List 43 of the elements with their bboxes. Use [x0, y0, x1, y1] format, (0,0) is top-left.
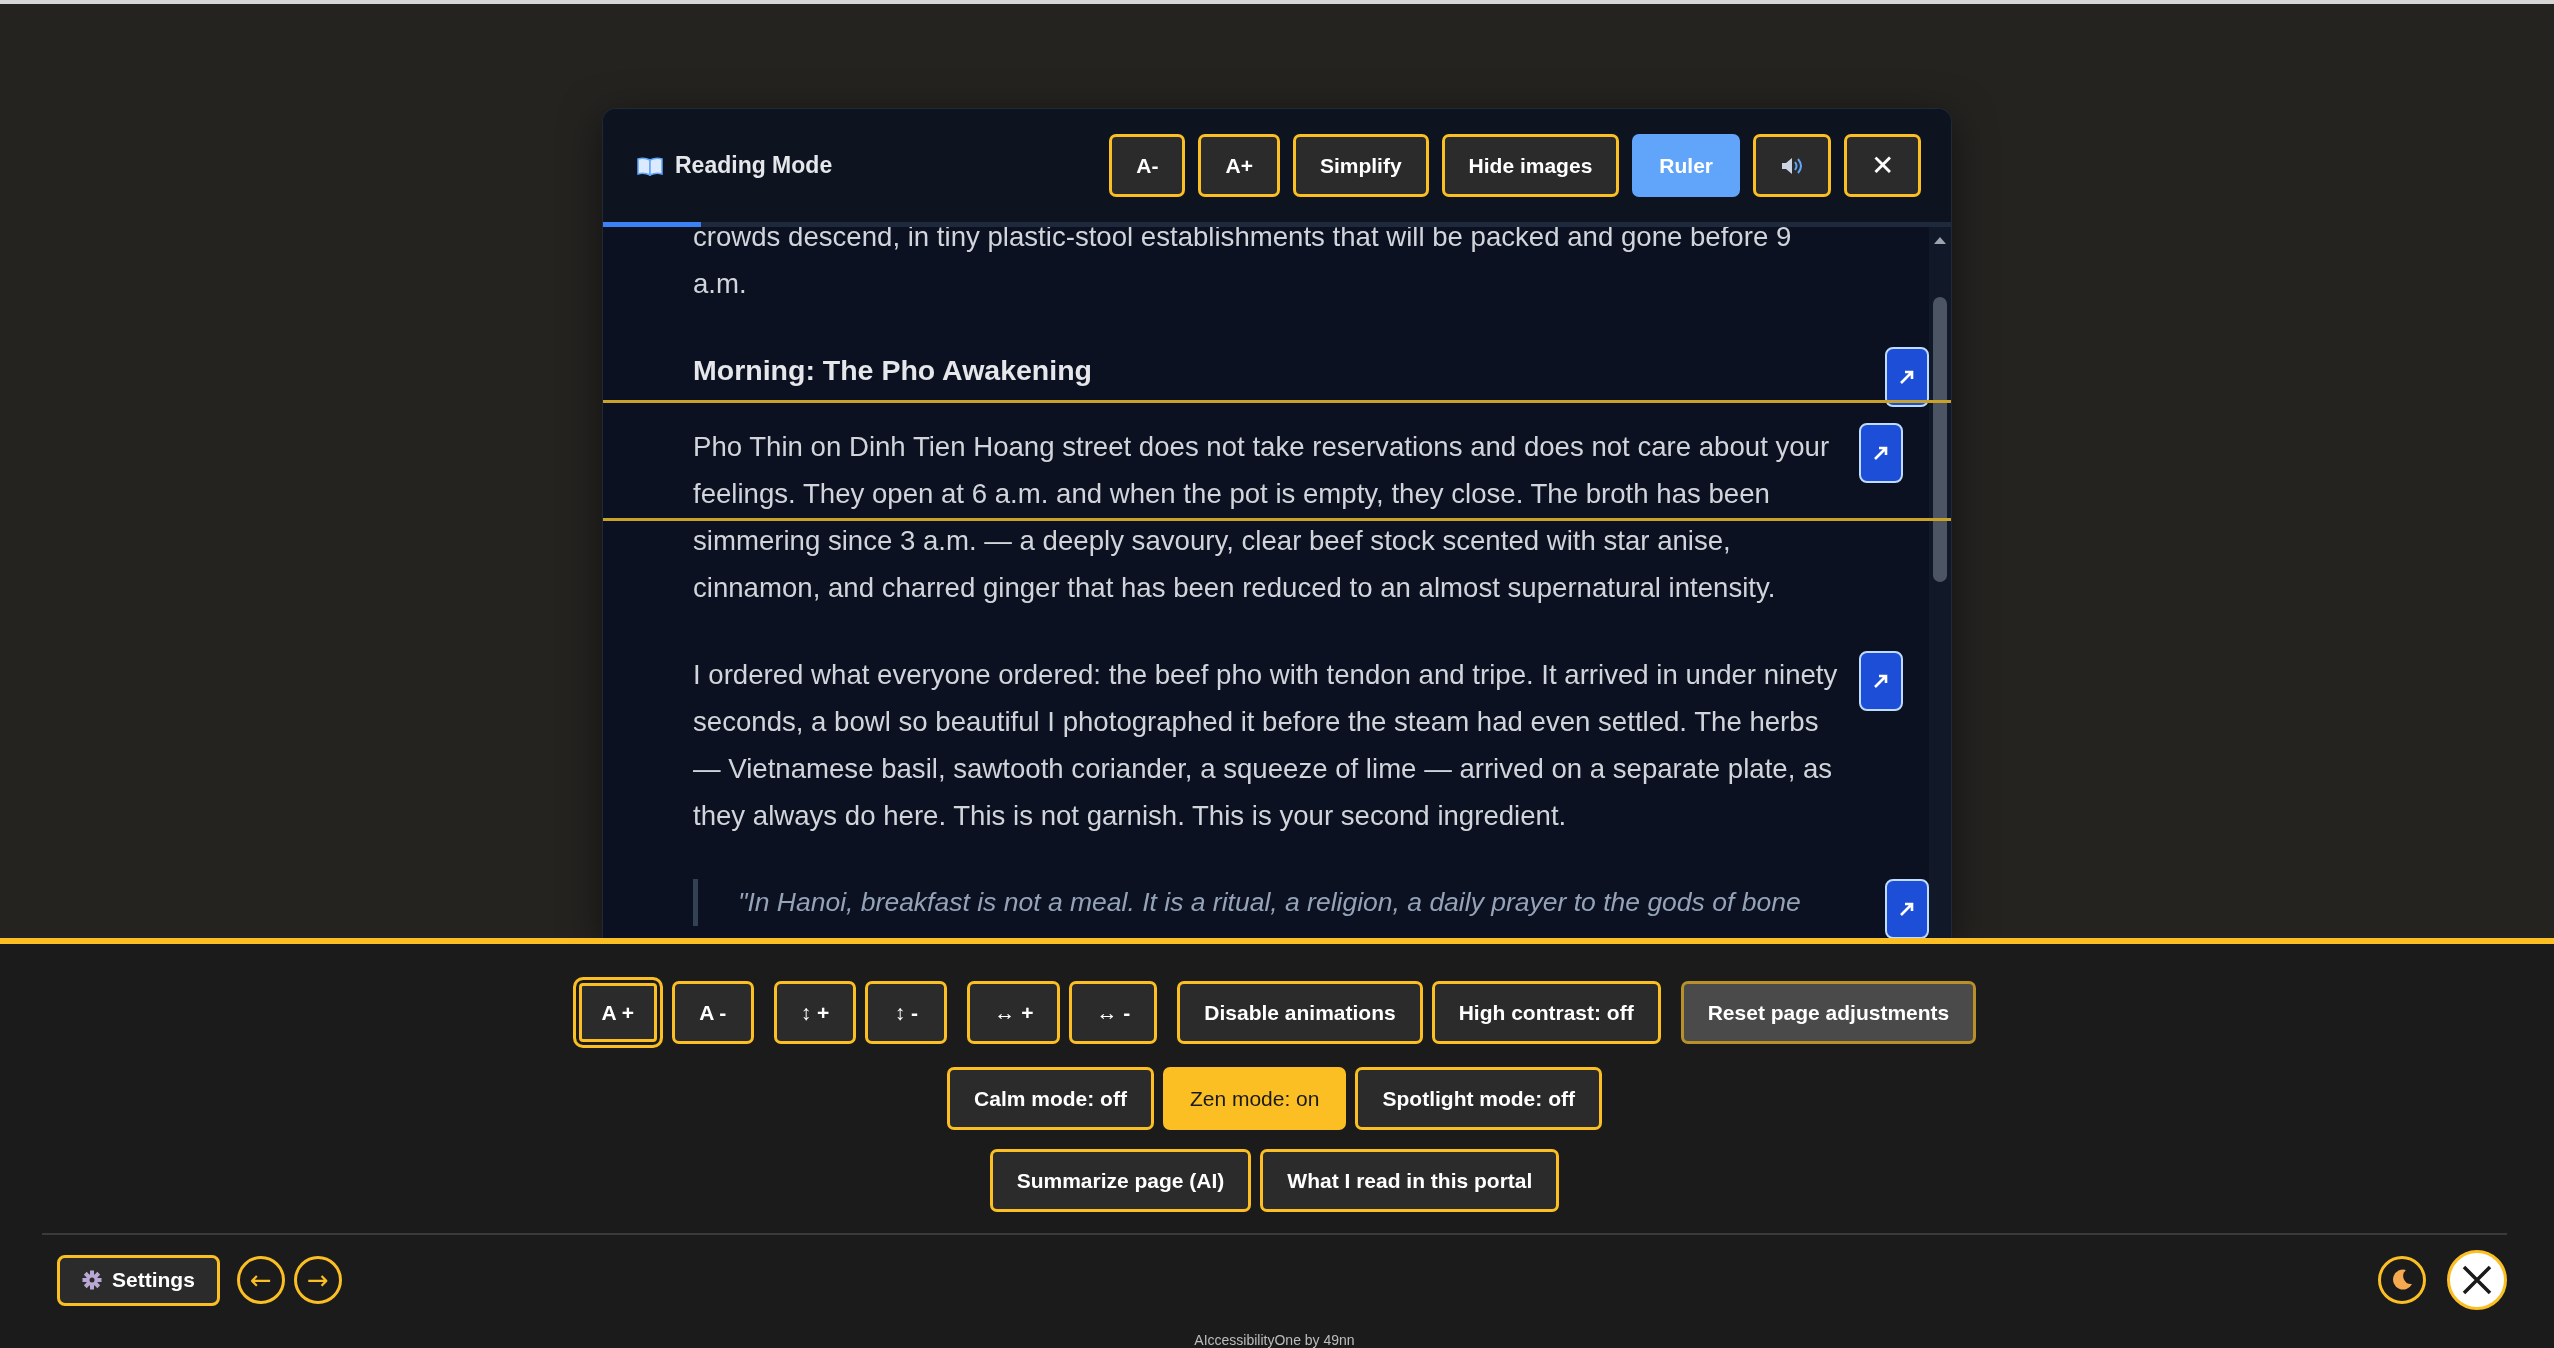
dialog-title: Reading Mode: [675, 152, 833, 179]
section-heading: Morning: The Pho Awakening: [693, 353, 1092, 388]
arrow-button[interactable]: [1859, 423, 1903, 483]
panel-button[interactable]: Disable animations: [1177, 981, 1423, 1044]
credit-text: AIccessibilityOne by 49nn: [1194, 1332, 1355, 1348]
forward-button[interactable]: →: [293, 1256, 342, 1304]
gear-icon: [82, 1270, 102, 1290]
close-button[interactable]: [2447, 1250, 2507, 1310]
scroll-up-icon[interactable]: [1933, 235, 1947, 245]
paragraph: I ordered what everyone ordered: the beef pho with tendon and tripe. It arrived in under ninety seconds, a bowl so beautiful I photographed it before the steam had even settled. The herbs — Vietnamese basil, sawtooth coriander, a squeeze of lime — arrived on a separate plate, as they always do here. This is not garnish. This is your second ingredient.: [693, 658, 1839, 833]
book-icon: [637, 155, 663, 176]
close-button[interactable]: ✕: [1844, 134, 1921, 197]
panel-button[interactable]: Zen mode: on: [1162, 1067, 1347, 1130]
back-button[interactable]: ←: [236, 1256, 285, 1304]
toolbar-button[interactable]: Hide images: [1441, 134, 1620, 197]
panel-button[interactable]: Reset page adjustments: [1680, 981, 1977, 1044]
panel-button[interactable]: A +: [572, 977, 663, 1048]
panel-button[interactable]: Spotlight mode: off: [1355, 1067, 1602, 1130]
moon-icon: [2390, 1268, 2414, 1292]
scrollbar[interactable]: [1929, 227, 1951, 939]
speaker-icon: [1780, 155, 1804, 176]
speaker-button[interactable]: [1753, 134, 1831, 197]
panel-button[interactable]: ↔ +: [967, 981, 1061, 1044]
dark-mode-button[interactable]: [2378, 1256, 2426, 1304]
panel-button[interactable]: What I read in this portal: [1260, 1149, 1560, 1212]
toolbar-button[interactable]: A-: [1109, 134, 1186, 197]
paragraph: Pho Thin on Dinh Tien Hoang street does not take reservations and does not care about your feelings. They open at 6 a.m. and when the pot is empty, they close. The broth has been simmering since 3 a.m. — a deeply savoury, clear beef stock scented with star anise, cinnamon, and charred ginger that has been reduced to an almost supernatural intensity.: [693, 430, 1831, 605]
panel-button[interactable]: ↔ -: [1069, 981, 1158, 1044]
toolbar-button[interactable]: Simplify: [1292, 134, 1429, 197]
arrow-button[interactable]: [1859, 651, 1903, 711]
scrollbar-thumb[interactable]: [1933, 297, 1947, 582]
close-icon: [2461, 1264, 2493, 1296]
quote: "In Hanoi, breakfast is not a meal. It is a ritual, a religion, a daily prayer to the gods of bone: [693, 879, 1801, 926]
arrow-button[interactable]: [1885, 879, 1929, 939]
settings-button[interactable]: Settings: [57, 1254, 220, 1306]
panel-button[interactable]: ↕ -: [865, 981, 948, 1044]
panel-button[interactable]: High contrast: off: [1431, 981, 1661, 1044]
panel-button[interactable]: ↕ +: [773, 981, 857, 1044]
panel-button[interactable]: A -: [671, 981, 754, 1044]
panel-button[interactable]: Calm mode: off: [947, 1067, 1154, 1130]
panel-button[interactable]: Summarize page (AI): [989, 1149, 1252, 1212]
arrow-button[interactable]: [1885, 347, 1929, 407]
toolbar-button[interactable]: A+: [1198, 134, 1280, 197]
